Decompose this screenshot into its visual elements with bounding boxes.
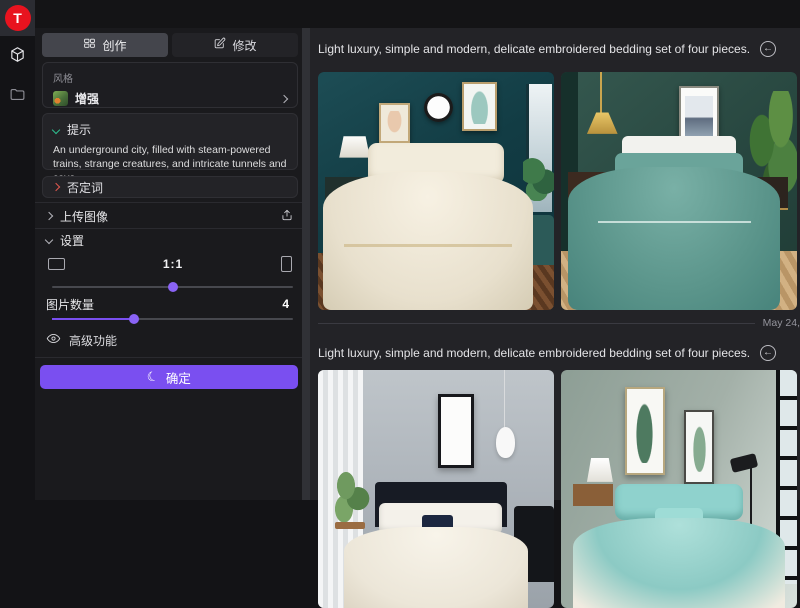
results-feed: Light luxury, simple and modern, delicat… [310,28,800,500]
upload-image-row[interactable]: 上传图像 [42,204,298,228]
pendant-lamp [496,427,515,458]
chevron-right-icon [52,183,60,191]
chevron-right-icon [45,212,53,220]
confirm-button-label: 确定 [166,368,191,387]
lamp-cord [600,72,602,115]
cube-icon [9,46,26,68]
negative-words-section[interactable]: 否定词 [42,176,298,198]
tab-create-label: 创作 [102,37,126,54]
generated-image-3[interactable] [318,370,554,608]
advanced-features-row[interactable]: 高级功能 [42,332,121,348]
slider-knob[interactable] [129,314,139,324]
portrait-ratio-icon[interactable] [281,256,292,272]
generated-image-1[interactable] [318,72,554,310]
app-sidebar: T [0,0,35,500]
image-quantity-label: 图片数量 [46,296,94,313]
generated-image-2[interactable] [561,72,797,310]
upload-image-label: 上传图像 [60,208,108,225]
wall-art [625,387,665,475]
folder-icon [9,86,26,108]
image-quantity-slider[interactable] [52,314,293,324]
advanced-features-label: 高级功能 [69,332,117,349]
sidebar-item-files[interactable] [0,86,35,108]
style-thumbnail [53,91,68,106]
logo-block[interactable]: T [0,0,35,36]
generation-caption-row: Light luxury, simple and modern, delicat… [318,344,800,361]
bedding-set [568,167,780,310]
generation-panel: 创作 修改 风格 增强 提示 An underground city, fill… [35,28,302,500]
image-row [318,72,797,310]
lamp-cord [504,370,505,430]
style-selector[interactable]: 增强 [53,90,287,107]
image-row [318,370,797,608]
separator [35,202,302,203]
aspect-ratio-value: 1:1 [65,257,281,271]
aspect-ratio-slider[interactable] [52,282,293,292]
negative-words-label: 否定词 [67,179,103,196]
app-logo[interactable]: T [5,5,31,31]
bedding-set [573,518,785,608]
eye-icon [46,331,61,349]
style-section: 风格 增强 [42,62,298,108]
generation-caption: Light luxury, simple and modern, delicat… [318,42,750,56]
date-divider: May 24, [318,316,800,330]
top-bar [35,0,800,28]
moon-icon: ☾ [145,368,161,387]
divider-line [318,323,755,324]
wall-art [462,82,497,132]
wall-art [379,103,410,143]
tab-edit[interactable]: 修改 [172,33,298,57]
table-lamp [587,458,613,482]
upload-icon[interactable] [280,208,294,225]
plant [523,158,554,201]
panel-resize-handle[interactable] [302,28,310,500]
prompt-section: 提示 An underground city, filled with stea… [42,113,298,170]
edit-icon [213,37,226,53]
slider-fill [52,318,134,320]
generation-caption-row: Light luxury, simple and modern, delicat… [318,40,800,57]
settings-header[interactable]: 设置 [42,232,88,248]
mode-tabs: 创作 修改 [42,33,298,57]
prompt-header[interactable]: 提示 [53,121,287,138]
bedding-set [344,527,528,608]
wall-art [438,394,473,468]
generated-image-4[interactable] [561,370,797,608]
chevron-down-icon [52,125,60,133]
nightstand [573,484,613,505]
slider-knob[interactable] [168,282,178,292]
prompt-label: 提示 [67,121,91,138]
separator [35,228,302,229]
style-label: 风格 [53,70,287,85]
separator [35,357,302,358]
side-table [335,522,366,529]
reuse-prompt-icon[interactable]: ← [760,41,776,57]
bedding-set [323,172,533,310]
image-quantity-row: 图片数量 4 [42,296,293,312]
landscape-ratio-icon[interactable] [48,258,65,270]
chevron-down-icon [45,236,53,244]
tab-edit-label: 修改 [232,37,256,54]
chevron-right-icon [280,94,288,102]
image-quantity-value: 4 [282,297,289,311]
grid-icon [83,37,96,53]
plant [330,470,370,522]
generation-caption: Light luxury, simple and modern, delicat… [318,346,750,360]
confirm-button[interactable]: ☾ 确定 [40,365,298,389]
settings-label: 设置 [60,232,84,249]
table-lamp [339,136,370,157]
aspect-ratio-row: 1:1 [42,254,298,274]
sidebar-item-models[interactable] [0,46,35,68]
wall-art [684,410,715,484]
tab-create[interactable]: 创作 [42,33,168,57]
reuse-prompt-icon[interactable]: ← [760,345,776,361]
date-label: May 24, [763,317,800,329]
style-value: 增强 [75,90,99,107]
